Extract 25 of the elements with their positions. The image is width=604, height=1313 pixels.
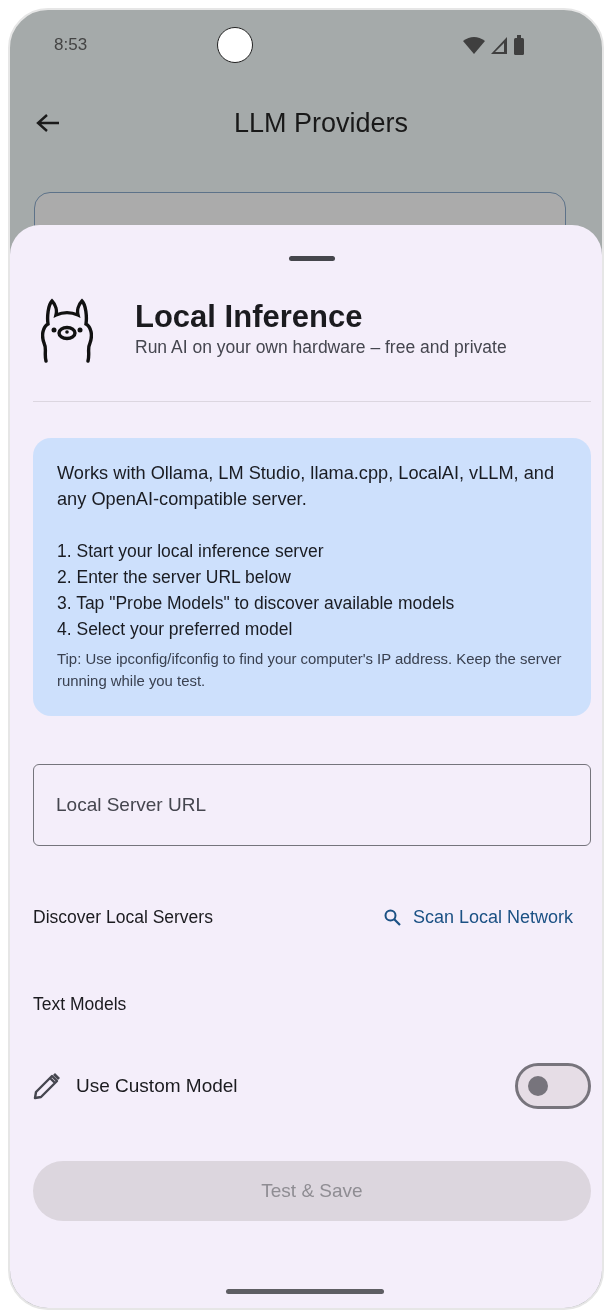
- custom-model-label: Use Custom Model: [76, 1074, 238, 1098]
- intro-text: Works with Ollama, LM Studio, llama.cpp, LocalAI, vLLM, and any OpenAI-compatible server.: [57, 462, 555, 511]
- step-text: 1. Start your local inference server: [57, 540, 325, 563]
- tip-text: Tip: Use ipconfig/ifconfig to find your computer's IP address. Keep the server running while you test.: [57, 650, 563, 691]
- step-text: 4. Select your preferred model: [57, 618, 294, 641]
- wifi-icon: [463, 36, 485, 54]
- status-time: 8:53: [54, 34, 88, 57]
- url-input-field[interactable]: Local Server URL: [33, 764, 591, 846]
- section-title: Text Models: [33, 993, 128, 1016]
- step-text: 3. Tap "Probe Models" to discover available models: [57, 592, 456, 615]
- drag-handle[interactable]: [289, 256, 335, 261]
- signal-icon: [491, 36, 508, 54]
- battery-icon: [514, 35, 524, 55]
- sheet-subtitle: Run AI on your own hardware – free and private: [135, 335, 507, 359]
- llama-icon: [41, 297, 93, 363]
- search-icon: [383, 909, 401, 926]
- pencil-icon: [33, 1072, 60, 1100]
- sheet-title: Local Inference: [135, 299, 364, 334]
- screen-title: LLM Providers: [234, 106, 409, 140]
- back-icon[interactable]: [36, 113, 60, 133]
- scan-network-button[interactable]: Scan Local Network: [383, 904, 573, 931]
- step-text: 2. Enter the server URL below: [57, 566, 292, 589]
- custom-model-toggle[interactable]: [515, 1063, 591, 1110]
- discover-label: Discover Local Servers: [33, 906, 213, 930]
- camera-cutout: [217, 27, 254, 63]
